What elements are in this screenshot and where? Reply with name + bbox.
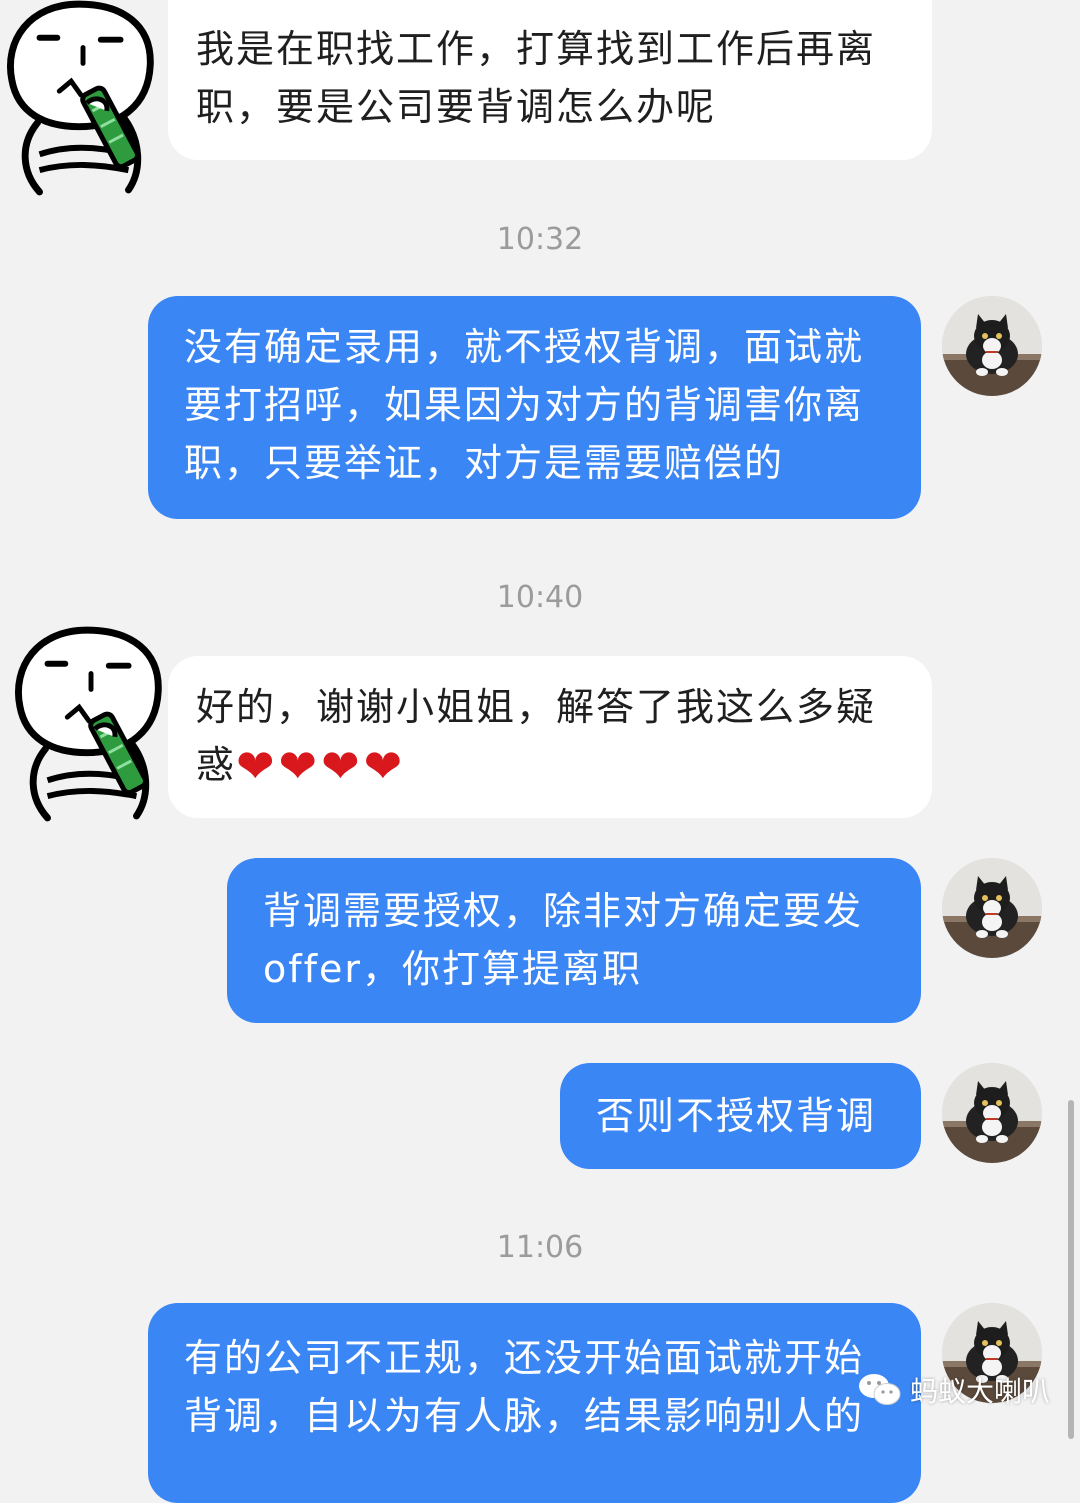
message-bubble-incoming[interactable]: 我是在职找工作，打算找到工作后再离职，要是公司要背调怎么办呢 — [168, 0, 932, 160]
cat-photo-icon — [942, 296, 1042, 396]
cat-avatar[interactable] — [942, 1063, 1042, 1163]
cat-avatar[interactable] — [942, 858, 1042, 958]
watermark: 蚂蚁大喇叭 — [858, 1370, 1050, 1410]
scrollbar[interactable] — [1068, 1100, 1074, 1439]
message-text: 否则不授权背调 — [596, 1094, 877, 1138]
message-text: 没有确定录用，就不授权背调，面试就要打招呼，如果因为对方的背调害你离职，只要举证… — [184, 325, 865, 485]
message-text: 背调需要授权，除非对方确定要发offer，你打算提离职 — [263, 889, 864, 991]
hearts-emoji: ❤❤❤❤ — [236, 739, 407, 793]
timestamp: 11:06 — [496, 1230, 584, 1265]
watermark-text: 蚂蚁大喇叭 — [910, 1375, 1051, 1408]
timestamp: 10:40 — [496, 580, 584, 615]
message-bubble-outgoing[interactable]: 有的公司不正规，还没开始面试就开始背调，自以为有人脉，结果影响别人的 — [148, 1303, 921, 1503]
timestamp: 10:32 — [496, 222, 584, 257]
cat-avatar[interactable] — [942, 296, 1042, 396]
cartoon-avatar-icon[interactable] — [0, 0, 168, 206]
message-text: 我是在职找工作，打算找到工作后再离职，要是公司要背调怎么办呢 — [196, 27, 877, 129]
wechat-icon — [859, 1374, 901, 1405]
message-bubble-outgoing[interactable]: 否则不授权背调 — [560, 1063, 921, 1169]
cartoon-avatar-icon[interactable] — [8, 620, 176, 832]
message-bubble-outgoing[interactable]: 没有确定录用，就不授权背调，面试就要打招呼，如果因为对方的背调害你离职，只要举证… — [148, 296, 921, 519]
message-bubble-incoming[interactable]: 好的，谢谢小姐姐，解答了我这么多疑惑❤❤❤❤ — [168, 656, 932, 818]
cat-photo-icon — [942, 858, 1042, 958]
cat-photo-icon — [942, 1063, 1042, 1163]
message-text: 有的公司不正规，还没开始面试就开始背调，自以为有人脉，结果影响别人的 — [184, 1336, 865, 1438]
chat-area[interactable]: 我是在职找工作，打算找到工作后再离职，要是公司要背调怎么办呢 10:32 没有确… — [0, 0, 1080, 1503]
message-bubble-outgoing[interactable]: 背调需要授权，除非对方确定要发offer，你打算提离职 — [227, 858, 921, 1023]
